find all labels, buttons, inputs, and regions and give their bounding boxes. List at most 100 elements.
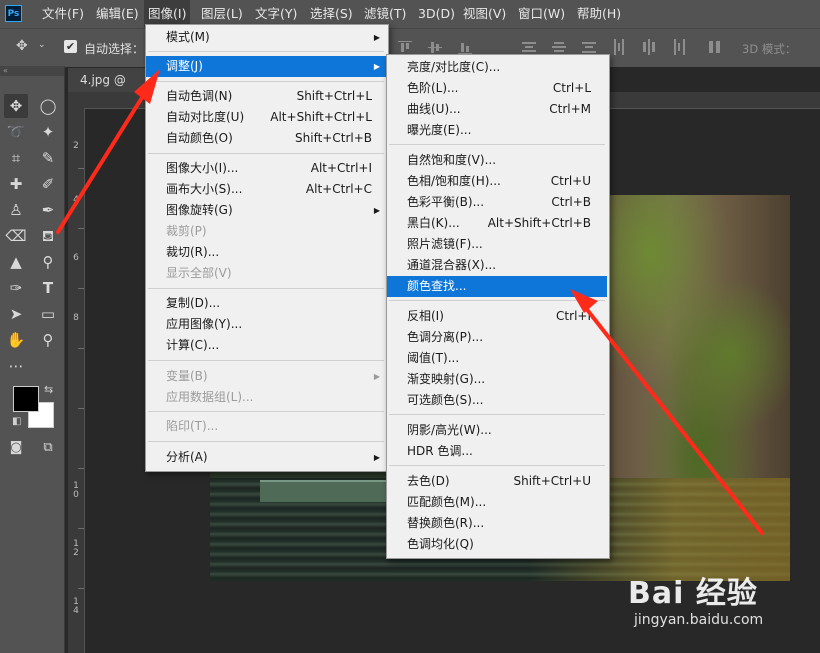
menu-help[interactable]: 帮助(H) (577, 0, 621, 28)
adjust-item-replace-color[interactable]: 替换颜色(R)... (387, 513, 607, 534)
adjust-item-color-balance[interactable]: 色彩平衡(B)... Ctrl+B (387, 192, 607, 213)
adjust-item-match-color[interactable]: 匹配颜色(M)... (387, 492, 607, 513)
quick-mask-icon[interactable]: ◙ (4, 436, 28, 460)
adjust-item-shadows-highlights[interactable]: 阴影/高光(W)... (387, 420, 607, 441)
clone-stamp-icon[interactable]: ♙ (4, 198, 28, 222)
menu-3d[interactable]: 3D(D) (418, 0, 455, 28)
default-colors-icon[interactable]: ◧ (12, 416, 21, 427)
screen-mode-icon[interactable]: ⧉ (36, 436, 60, 460)
adjust-item-equalize[interactable]: 色调均化(Q) (387, 534, 607, 555)
adjust-item-curves[interactable]: 曲线(U)... Ctrl+M (387, 99, 607, 120)
image-menu-item-canvas-size[interactable]: 画布大小(S)... Alt+Ctrl+C (146, 179, 386, 200)
distribute-right-icon[interactable] (672, 39, 686, 55)
move-tool-icon[interactable]: ✥ (4, 94, 28, 118)
healing-brush-icon[interactable]: ✚ (4, 172, 28, 196)
move-tool-icon[interactable]: ✥ (16, 38, 28, 54)
photoshop-logo: Ps (5, 5, 22, 22)
menu-file[interactable]: 文件(F) (42, 0, 84, 28)
ruler-label: 4 (73, 195, 79, 205)
menu-view[interactable]: 视图(V) (463, 0, 506, 28)
adjustments-submenu: 亮度/对比度(C)... 色阶(L)... Ctrl+L 曲线(U)... Ctrl… (386, 54, 610, 559)
ruler-label: 1 0 (73, 481, 79, 500)
image-menu-item-image-size[interactable]: 图像大小(I)... Alt+Ctrl+I (146, 158, 386, 179)
ruler-label: 1 2 (73, 539, 79, 558)
ruler-label: 8 (73, 313, 79, 323)
image-menu-item-reveal-all: 显示全部(V) (166, 266, 232, 280)
adjust-item-selective-color[interactable]: 可选颜色(S)... (387, 390, 607, 411)
ruler-label: 1 4 (73, 597, 79, 616)
align-vcenter-icon[interactable] (428, 39, 442, 55)
3d-mode-label: 3D 模式： (742, 42, 797, 56)
photo-cliff (590, 195, 790, 485)
path-select-icon[interactable]: ➤ (4, 302, 28, 326)
adjust-item-black-white[interactable]: 黑白(K)... Alt+Shift+Ctrl+B (387, 213, 607, 234)
lasso-icon[interactable]: ➰ (4, 120, 28, 144)
paint-bucket-icon[interactable]: ⛾ (36, 224, 60, 248)
magic-wand-icon[interactable]: ✦ (36, 120, 60, 144)
watermark-url: jingyan.baidu.com (634, 612, 764, 628)
image-menu: 模式(M) ▶ 调整(J) ▶ 自动色调(N) Shift+Ctrl+L 自动对比度(… (145, 24, 389, 472)
ellipse-marquee-icon[interactable]: ◯ (36, 94, 60, 118)
adjust-item-posterize[interactable]: 色调分离(P)... (387, 327, 607, 348)
document-tab[interactable]: 4.jpg @ 100 (68, 68, 148, 111)
align-bottom-icon[interactable] (458, 39, 472, 55)
image-menu-item-auto-color[interactable]: 自动颜色(O) Shift+Ctrl+B (146, 128, 386, 149)
image-menu-item-mode[interactable]: 模式(M) ▶ (146, 27, 386, 48)
ruler-label: 6 (73, 253, 79, 263)
image-menu-item-duplicate[interactable]: 复制(D)... (146, 293, 386, 314)
baidu-jingyan-watermark: Bai 经验 jingyan.baidu.com (628, 568, 818, 648)
history-brush-icon[interactable]: ✒ (36, 198, 60, 222)
adjust-item-vibrance[interactable]: 自然饱和度(V)... (387, 150, 607, 171)
menu-window[interactable]: 窗口(W) (518, 0, 565, 28)
blur-icon[interactable]: ▲ (4, 250, 28, 274)
image-menu-item-calculations[interactable]: 计算(C)... (146, 335, 386, 356)
panel-collapse-bar[interactable]: « (0, 66, 64, 76)
align-top-icon[interactable] (398, 39, 412, 55)
chevron-down-icon[interactable]: ⌄ (38, 40, 46, 50)
distribute-bottom-icon[interactable] (582, 39, 596, 55)
menu-edit[interactable]: 编辑(E) (96, 0, 139, 28)
ruler-left: 2 4 6 8 1 0 1 2 1 4 (68, 108, 85, 653)
distribute-hcenter-icon[interactable] (642, 39, 656, 55)
image-menu-item-trim[interactable]: 裁切(R)... (146, 242, 386, 263)
watermark-logo: Bai 经验 (628, 576, 758, 611)
menu-bar: Ps 文件(F) 编辑(E) 图像(I) 图层(L) 文字(Y) 选择(S) 滤… (0, 0, 820, 28)
eraser-icon[interactable]: ⌫ (4, 224, 28, 248)
foreground-color-swatch[interactable] (13, 386, 39, 412)
brush-icon[interactable]: ✐ (36, 172, 60, 196)
adjust-item-invert[interactable]: 反相(I) Ctrl+I (387, 306, 607, 327)
auto-align-icon[interactable] (708, 39, 722, 55)
more-tools-icon[interactable]: ⋯ (4, 354, 28, 378)
image-menu-item-crop: 裁剪(P) (166, 224, 207, 238)
image-menu-item-analysis[interactable]: 分析(A) ▶ (146, 447, 386, 468)
adjust-item-gradient-map[interactable]: 渐变映射(G)... (387, 369, 607, 390)
distribute-top-icon[interactable] (522, 39, 536, 55)
adjust-item-color-lookup[interactable]: 颜色查找... (387, 276, 607, 297)
image-menu-item-auto-contrast[interactable]: 自动对比度(U) Alt+Shift+Ctrl+L (146, 107, 386, 128)
zoom-icon[interactable]: ⚲ (36, 328, 60, 352)
adjust-item-desaturate[interactable]: 去色(D) Shift+Ctrl+U (387, 471, 607, 492)
adjust-item-photo-filter[interactable]: 照片滤镜(F)... (387, 234, 607, 255)
hand-icon[interactable]: ✋ (4, 328, 28, 352)
image-menu-item-image-rotation[interactable]: 图像旋转(G) ▶ (146, 200, 386, 221)
adjust-item-levels[interactable]: 色阶(L)... Ctrl+L (387, 78, 607, 99)
image-menu-item-adjustments[interactable]: 调整(J) ▶ (146, 56, 386, 77)
eyedropper-icon[interactable]: ✎ (36, 146, 60, 170)
adjust-item-hdr-toning[interactable]: HDR 色调... (387, 441, 607, 462)
swap-colors-icon[interactable]: ⇆ (44, 383, 53, 396)
image-menu-item-auto-tone[interactable]: 自动色调(N) Shift+Ctrl+L (146, 86, 386, 107)
type-tool-icon[interactable]: T (36, 276, 60, 300)
adjust-item-brightness-contrast[interactable]: 亮度/对比度(C)... (387, 57, 607, 78)
pen-icon[interactable]: ✑ (4, 276, 28, 300)
distribute-left-icon[interactable] (612, 39, 626, 55)
auto-select-checkbox[interactable]: ✔ (64, 40, 77, 53)
adjust-item-exposure[interactable]: 曝光度(E)... (387, 120, 607, 141)
rectangle-icon[interactable]: ▭ (36, 302, 60, 326)
dodge-icon[interactable]: ⚲ (36, 250, 60, 274)
adjust-item-threshold[interactable]: 阈值(T)... (387, 348, 607, 369)
adjust-item-hue-saturation[interactable]: 色相/饱和度(H)... Ctrl+U (387, 171, 607, 192)
adjust-item-channel-mixer[interactable]: 通道混合器(X)... (387, 255, 607, 276)
distribute-vcenter-icon[interactable] (552, 39, 566, 55)
image-menu-item-apply-image[interactable]: 应用图像(Y)... (146, 314, 386, 335)
crop-icon[interactable]: ⌗ (4, 146, 28, 170)
